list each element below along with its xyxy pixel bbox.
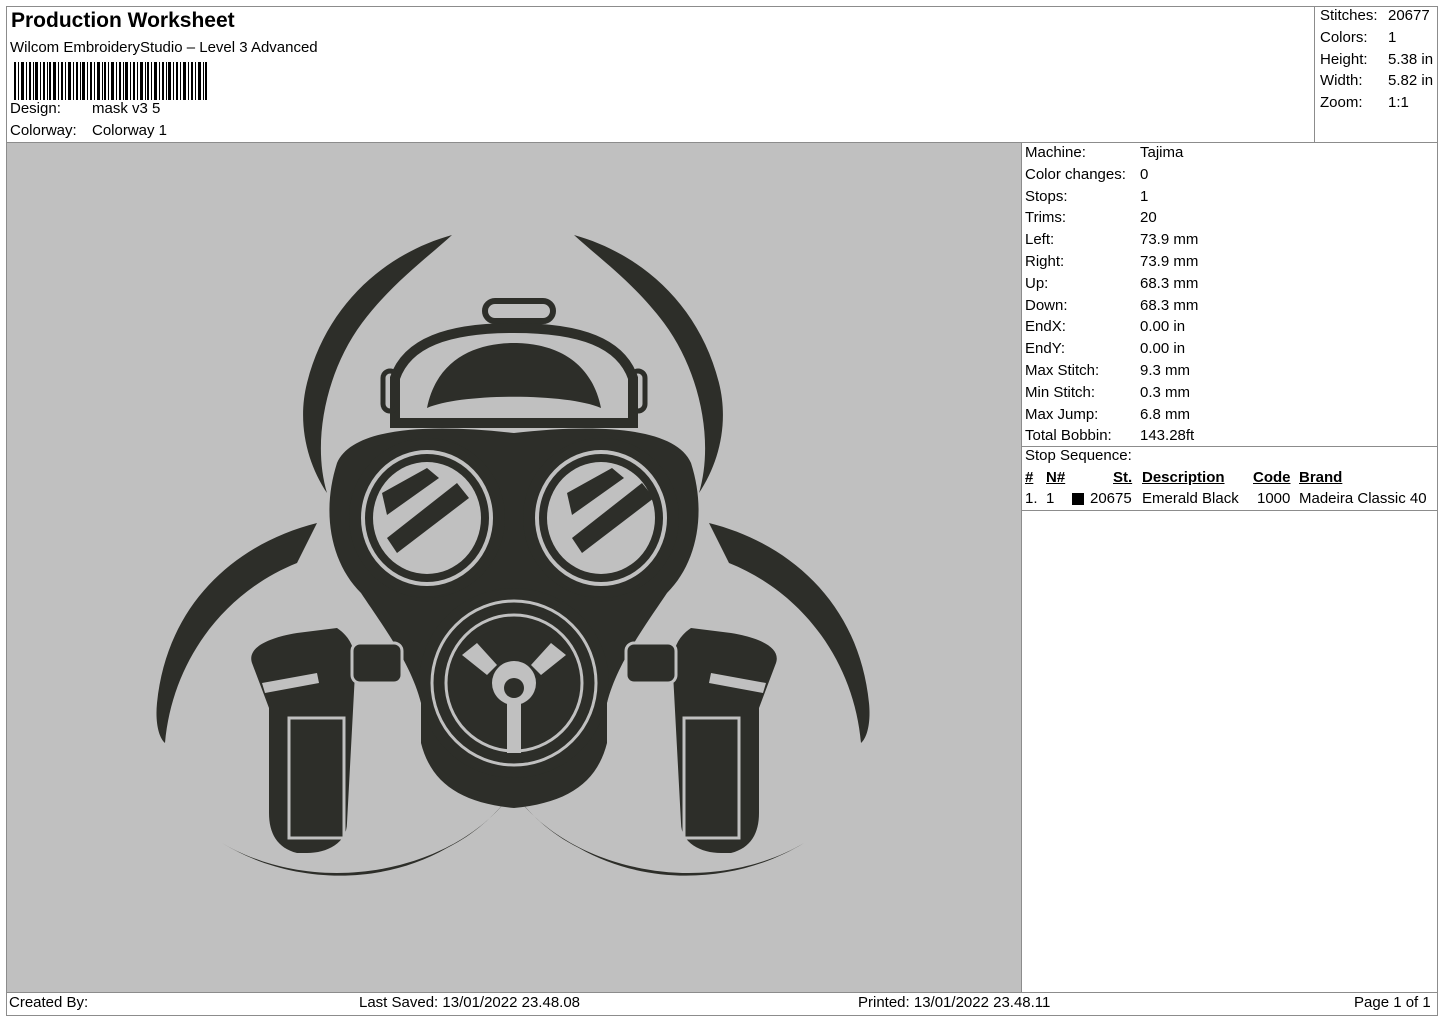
machine-info-row: EndY: 0.00 in	[1025, 340, 1435, 361]
machine-info-value: 143.28ft	[1140, 427, 1195, 445]
color-swatch	[1072, 493, 1084, 505]
machine-info-label: EndX:	[1025, 318, 1066, 336]
machine-info-label: Max Jump:	[1025, 405, 1099, 423]
summary-panel: Stitches: 20677 Colors: 1 Height: 5.38 in Widt…	[1314, 6, 1439, 143]
design-row: Design: mask v3 5	[10, 100, 310, 120]
colorway-value: Colorway 1	[92, 122, 168, 139]
gas-mask-biohazard-icon	[156, 235, 870, 876]
printed-date: Printed: 13/01/2022 23.48.11	[858, 994, 1051, 1011]
colorway-row: Colorway: Colorway 1	[10, 122, 310, 142]
machine-info-value: 20	[1140, 209, 1157, 227]
column-header: St.	[1113, 469, 1133, 486]
design-label: Design:	[10, 100, 61, 117]
machine-info-label: Down:	[1025, 296, 1068, 314]
summary-row: Height: 5.38 in	[1320, 51, 1438, 71]
design-value: mask v3 5	[92, 100, 161, 117]
machine-info-row: Down: 68.3 mm	[1025, 297, 1435, 318]
machine-info-row: Left: 73.9 mm	[1025, 231, 1435, 252]
machine-info-row: Right: 73.9 mm	[1025, 253, 1435, 274]
table-cell-brand: Madeira Classic 40	[1299, 490, 1427, 507]
machine-info-value: 73.9 mm	[1140, 231, 1199, 249]
summary-label: Stitches:	[1320, 7, 1378, 24]
stop-divider	[1021, 510, 1438, 511]
design-preview	[7, 143, 1021, 992]
column-header: Brand	[1299, 469, 1343, 486]
machine-info-row: Stops: 1	[1025, 188, 1435, 209]
machine-info-row: Color changes: 0	[1025, 166, 1435, 187]
summary-label: Height:	[1320, 50, 1368, 68]
machine-info-value: 0.00 in	[1140, 340, 1186, 358]
machine-info-row: Up: 68.3 mm	[1025, 275, 1435, 296]
column-header: N#	[1046, 469, 1066, 486]
machine-info-row: Max Jump: 6.8 mm	[1025, 406, 1435, 427]
created-by: Created By:	[9, 994, 89, 1011]
machine-info-label: Min Stitch:	[1025, 383, 1096, 401]
software-name: Wilcom EmbroideryStudio – Level 3 Advanc…	[10, 39, 318, 56]
summary-row: Colors: 1	[1320, 29, 1438, 49]
barcode-icon	[14, 62, 207, 100]
machine-info-label: Total Bobbin:	[1025, 427, 1112, 445]
table-cell-needle: 1	[1046, 490, 1055, 507]
footer-divider	[6, 992, 1438, 993]
summary-label: Zoom:	[1320, 94, 1363, 112]
machine-info-value: 68.3 mm	[1140, 296, 1199, 314]
machine-info-row: Machine: Tajima	[1025, 144, 1435, 165]
machine-info-label: Machine:	[1025, 144, 1086, 161]
machine-info-label: Left:	[1025, 231, 1055, 249]
machine-info-value: 0.3 mm	[1140, 383, 1191, 401]
summary-label: Colors:	[1320, 28, 1368, 46]
machine-info-value: 9.3 mm	[1140, 362, 1191, 379]
table-cell-stitches: 20675	[1090, 490, 1132, 507]
summary-row: Width: 5.82 in	[1320, 72, 1438, 92]
summary-value: 5.82 in	[1388, 72, 1434, 90]
machine-info-label: Right:	[1025, 253, 1065, 270]
machine-info-row: Trims: 20	[1025, 209, 1435, 230]
column-header: #	[1025, 469, 1034, 486]
machine-info-value: 0	[1140, 165, 1149, 183]
panel-divider	[1021, 143, 1022, 993]
table-cell-description: Emerald Black	[1142, 490, 1239, 507]
column-header: Description	[1142, 469, 1225, 486]
machine-info-label: Up:	[1025, 274, 1049, 292]
machine-info-value: Tajima	[1140, 144, 1184, 161]
summary-value: 1	[1388, 28, 1397, 46]
summary-value: 1:1	[1388, 94, 1409, 112]
machine-info-value: 73.9 mm	[1140, 253, 1199, 270]
colorway-label: Colorway:	[10, 122, 77, 139]
machine-info-value: 1	[1140, 187, 1149, 205]
header: Production Worksheet Wilcom EmbroiderySt…	[6, 6, 1314, 143]
machine-info-value: 68.3 mm	[1140, 274, 1199, 292]
machine-info-label: Trims:	[1025, 209, 1067, 227]
machine-info-label: Color changes:	[1025, 165, 1126, 183]
summary-row: Stitches: 20677	[1320, 7, 1438, 27]
machine-info-value: 6.8 mm	[1140, 405, 1191, 423]
machine-info-label: Max Stitch:	[1025, 362, 1100, 379]
summary-value: 5.38 in	[1388, 50, 1434, 68]
machine-info-label: EndY:	[1025, 340, 1066, 358]
column-header: Code	[1253, 469, 1291, 486]
machine-info-row: Max Stitch: 9.3 mm	[1025, 362, 1435, 383]
machine-info-label: Stops:	[1025, 187, 1068, 205]
machine-info-row: Total Bobbin: 143.28ft	[1025, 427, 1435, 448]
summary-value: 20677	[1388, 7, 1430, 24]
summary-row: Zoom: 1:1	[1320, 94, 1438, 114]
table-cell-index: 1.	[1025, 490, 1038, 507]
last-saved: Last Saved: 13/01/2022 23.48.08	[359, 994, 581, 1011]
page-title: Production Worksheet	[11, 9, 235, 32]
table-cell-code: 1000	[1257, 490, 1291, 507]
page-number: Page 1 of 1	[1354, 994, 1431, 1011]
summary-label: Width:	[1320, 72, 1363, 90]
machine-info-row: Min Stitch: 0.3 mm	[1025, 384, 1435, 405]
machine-info-row: EndX: 0.00 in	[1025, 318, 1435, 339]
machine-info-value: 0.00 in	[1140, 318, 1186, 336]
